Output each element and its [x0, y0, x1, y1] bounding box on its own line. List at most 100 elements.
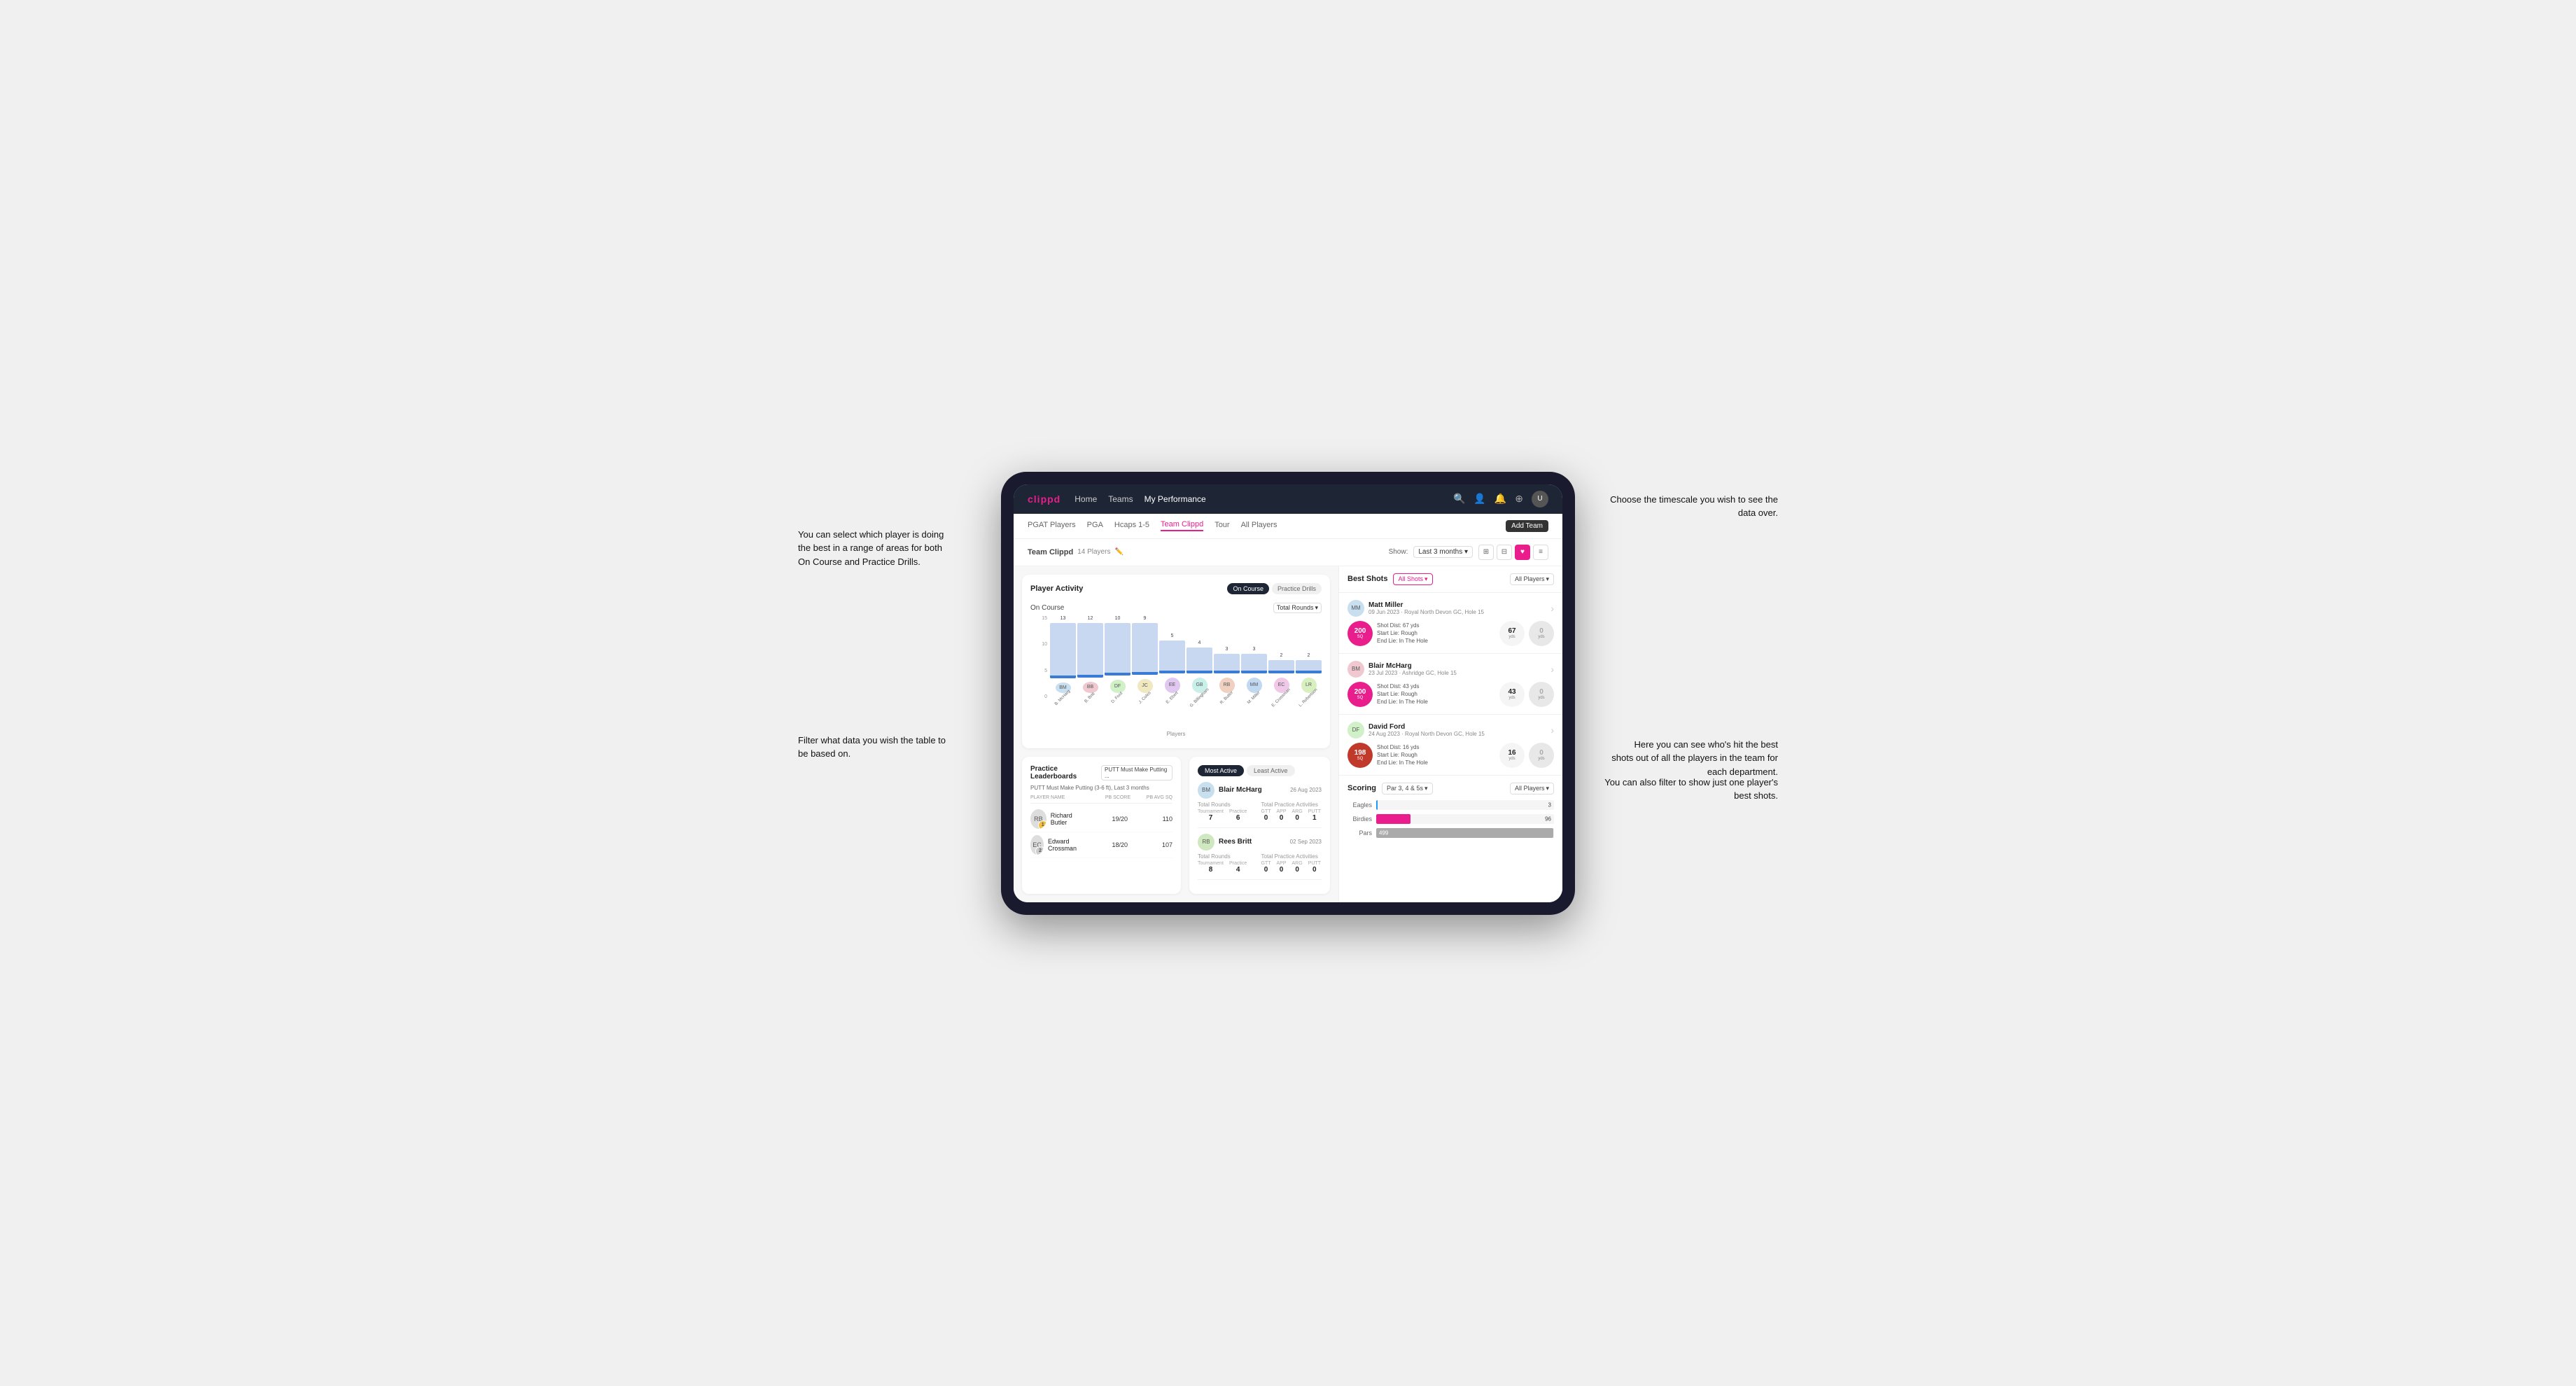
sub-nav-pga[interactable]: PGA — [1087, 521, 1103, 531]
shot-badge-2: 200 SQ — [1348, 682, 1373, 707]
leaderboard-cols: PLAYER NAME PB SCORE PB AVG SQ — [1030, 795, 1172, 804]
shot-player-info-3: David Ford 24 Aug 2023 · Royal North Dev… — [1368, 723, 1546, 737]
scoring-filter-2[interactable]: All Players ▾ — [1510, 783, 1554, 794]
grid-view-icon[interactable]: ⊞ — [1478, 545, 1494, 560]
right-panel: Best Shots All Shots ▾ All Players ▾ MM — [1338, 566, 1562, 902]
sub-nav: PGAT Players PGA Hcaps 1-5 Team Clippd T… — [1014, 514, 1562, 539]
activity-avatar-2: RB — [1198, 834, 1214, 850]
practice-leaderboards-card: Practice Leaderboards PUTT Must Make Put… — [1022, 757, 1181, 894]
time-filter-dropdown[interactable]: Last 3 months ▾ — [1413, 546, 1473, 558]
main-content: Player Activity On Course Practice Drill… — [1014, 566, 1562, 902]
shot-stat-remain-2: 0 yds — [1529, 682, 1554, 707]
nav-my-performance[interactable]: My Performance — [1144, 494, 1206, 504]
users-icon[interactable]: 👤 — [1474, 493, 1485, 505]
nav-teams[interactable]: Teams — [1108, 494, 1133, 504]
chevron-right-icon-3: › — [1550, 724, 1554, 736]
player-name-1: Richard Butler — [1051, 812, 1083, 826]
activity-stat-practice-1: Total Practice Activities GTT 0 APP — [1261, 802, 1322, 822]
shot-card-2[interactable]: BM Blair McHarg 23 Jul 2023 · Ashridge G… — [1339, 654, 1562, 715]
shot-card-3[interactable]: DF David Ford 24 Aug 2023 · Royal North … — [1339, 715, 1562, 776]
activity-player-2: RB Rees Britt 02 Sep 2023 Total Rounds — [1198, 834, 1322, 880]
bell-icon[interactable]: 🔔 — [1494, 493, 1506, 505]
chart-dropdown[interactable]: Total Rounds ▾ — [1273, 603, 1322, 613]
sub-nav-pgat[interactable]: PGAT Players — [1028, 521, 1076, 531]
activity-date-2: 02 Sep 2023 — [1290, 839, 1322, 845]
table-view-icon[interactable]: ≡ — [1533, 545, 1548, 560]
tab-practice-drills[interactable]: Practice Drills — [1272, 583, 1322, 594]
bar-avatar-3: JC — [1138, 679, 1153, 693]
y-axis: 15 10 5 0 — [1030, 616, 1050, 700]
nav-icons: 🔍 👤 🔔 ⊕ U — [1453, 491, 1548, 507]
leaderboard-row-2[interactable]: EC 2 Edward Crossman 18/20 107 — [1030, 832, 1172, 858]
scoring-chart: Eagles 3 Birdies 96 — [1348, 800, 1554, 838]
scoring-row-birdies: Birdies 96 — [1348, 814, 1554, 824]
tab-least-active[interactable]: Least Active — [1247, 765, 1295, 776]
scoring-title: Scoring — [1348, 784, 1376, 792]
bar-avatar-1: BB — [1083, 682, 1098, 693]
bar-8[interactable] — [1268, 660, 1294, 673]
shot-details-3: 198 SQ Shot Dist: 16 ydsStart Lie: Rough… — [1348, 743, 1554, 768]
activity-stat-rounds-1: Total Rounds Tournament 7 Practice — [1198, 802, 1259, 822]
bar-1[interactable] — [1077, 623, 1103, 678]
leaderboard-title: Practice Leaderboards — [1030, 765, 1101, 780]
shot-player-info-1: Matt Miller 09 Jun 2023 · Royal North De… — [1368, 601, 1546, 615]
scoring-filter-1[interactable]: Par 3, 4 & 5s ▾ — [1382, 783, 1433, 794]
edit-icon[interactable]: ✏️ — [1114, 548, 1123, 556]
all-players-filter[interactable]: All Players ▾ — [1510, 573, 1554, 585]
add-team-button[interactable]: Add Team — [1506, 520, 1548, 532]
bar-2[interactable] — [1105, 623, 1130, 676]
sub-nav-hcaps[interactable]: Hcaps 1-5 — [1114, 521, 1149, 531]
heart-view-icon[interactable]: ♥ — [1515, 545, 1530, 560]
bar-5[interactable] — [1186, 648, 1212, 673]
tab-on-course[interactable]: On Course — [1227, 583, 1269, 594]
bar-group-8: 2ECE. Crossman — [1268, 616, 1294, 700]
nav-home[interactable]: Home — [1074, 494, 1097, 504]
activity-player-1: BM Blair McHarg 26 Aug 2023 Total Rounds — [1198, 782, 1322, 828]
page-wrapper: You can select which player is doing the… — [798, 472, 1778, 915]
shot-details-2: 200 SQ Shot Dist: 43 ydsStart Lie: Rough… — [1348, 682, 1554, 707]
shot-player-detail-3: 24 Aug 2023 · Royal North Devon GC, Hole… — [1368, 731, 1546, 737]
sub-nav-all-players[interactable]: All Players — [1241, 521, 1278, 531]
sub-nav-team-clippd[interactable]: Team Clippd — [1161, 520, 1203, 531]
bar-6[interactable] — [1214, 654, 1240, 673]
leaderboard-dropdown[interactable]: PUTT Must Make Putting ... — [1101, 765, 1172, 780]
shot-player-name-2: Blair McHarg — [1368, 662, 1546, 670]
annotation-mid-right: Here you can see who's hit the best shot… — [1610, 738, 1778, 779]
bar-3[interactable] — [1132, 623, 1158, 675]
shot-stats-text-3: Shot Dist: 16 ydsStart Lie: RoughEnd Lie… — [1377, 743, 1495, 767]
activity-avatar-1: BM — [1198, 782, 1214, 799]
pb-score-2: 18/20 — [1086, 841, 1128, 848]
top-nav: clippd Home Teams My Performance 🔍 👤 🔔 ⊕… — [1014, 484, 1562, 514]
list-view-icon[interactable]: ⊟ — [1497, 545, 1512, 560]
bar-7[interactable] — [1241, 654, 1267, 673]
bar-group-5: 4GBG. Billingham — [1186, 616, 1212, 700]
best-shots-header: Best Shots All Shots ▾ All Players ▾ — [1339, 566, 1562, 593]
tab-most-active[interactable]: Most Active — [1198, 765, 1244, 776]
shot-player-detail-1: 09 Jun 2023 · Royal North Devon GC, Hole… — [1368, 609, 1546, 615]
bar-4[interactable] — [1159, 640, 1185, 673]
tablet-screen: clippd Home Teams My Performance 🔍 👤 🔔 ⊕… — [1014, 484, 1562, 902]
sub-nav-tour[interactable]: Tour — [1214, 521, 1229, 531]
activity-stat-rounds-2: Total Rounds Tournament 8 Practice — [1198, 853, 1259, 874]
left-panel: Player Activity On Course Practice Drill… — [1014, 566, 1338, 902]
leaderboard-row-1[interactable]: RB 1 Richard Butler 19/20 110 — [1030, 806, 1172, 832]
player-activity-header: Player Activity On Course Practice Drill… — [1030, 583, 1322, 594]
most-active-tabs: Most Active Least Active — [1198, 765, 1322, 776]
shot-stat-dist-1: 67 yds — [1499, 621, 1525, 646]
rank-badge-1: 1 — [1038, 820, 1046, 829]
pb-avg-2: 107 — [1130, 841, 1172, 848]
all-shots-filter[interactable]: All Shots ▾ — [1393, 573, 1432, 585]
user-avatar[interactable]: U — [1532, 491, 1548, 507]
shot-stat-dist-2: 43 yds — [1499, 682, 1525, 707]
bar-group-9: 2LRL. Robertson — [1296, 616, 1322, 700]
annotation-bottom-left: Filter what data you wish the table to b… — [798, 734, 952, 761]
bar-group-7: 3MMM. Miller — [1241, 616, 1267, 700]
search-icon[interactable]: 🔍 — [1453, 493, 1465, 505]
bar-group-2: 10DFD. Ford — [1105, 616, 1130, 700]
shot-player-detail-2: 23 Jul 2023 · Ashridge GC, Hole 15 — [1368, 670, 1546, 676]
bar-0[interactable] — [1050, 623, 1076, 678]
shot-stats-text-2: Shot Dist: 43 ydsStart Lie: RoughEnd Lie… — [1377, 682, 1495, 706]
bar-9[interactable] — [1296, 660, 1322, 673]
shot-card-1[interactable]: MM Matt Miller 09 Jun 2023 · Royal North… — [1339, 593, 1562, 654]
plus-circle-icon[interactable]: ⊕ — [1515, 493, 1523, 505]
